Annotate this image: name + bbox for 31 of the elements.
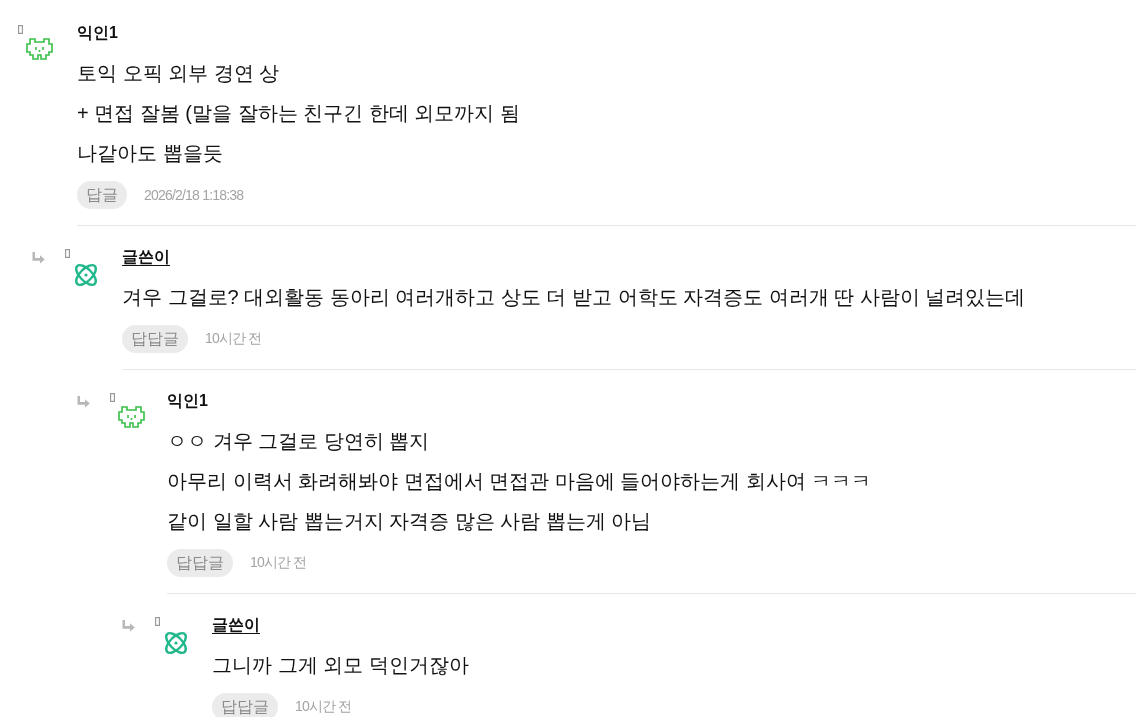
pixel-invader-icon [25, 37, 54, 61]
comment-text: 토익 오픽 외부 경연 상 [77, 61, 281, 86]
reply-button[interactable]: 답답글 [167, 549, 233, 577]
reply-button[interactable]: 답답글 [122, 325, 188, 353]
comment-time: 10시간 전 [205, 330, 262, 348]
atom-icon [162, 629, 190, 657]
author-name: 익인1 [77, 23, 118, 43]
reply-button[interactable]: 답답글 [212, 693, 278, 717]
comment-text: ㅇㅇ 겨우 그걸로 당연히 뽑지 [167, 429, 431, 454]
comment-time: 10시간 전 [295, 698, 352, 716]
reply-arrow-icon [122, 620, 135, 632]
small-rectangle-icon [18, 25, 23, 34]
small-rectangle-icon [155, 617, 160, 626]
atom-icon [72, 261, 100, 289]
comment-text: + 면접 잘봄 (말을 잘하는 친구긴 한데 외모까지 됨 [77, 101, 520, 126]
comment-text: 같이 일할 사람 뽑는거지 자격증 많은 사람 뽑는게 아님 [167, 509, 653, 534]
small-rectangle-icon [110, 393, 115, 402]
comment-time: 10시간 전 [250, 554, 307, 572]
author-name: 글쓴이 [122, 247, 170, 267]
comment-text: 아무리 이력서 화려해봐야 면접에서 면접관 마음에 들어야하는게 회사여 ㅋㅋㅋ [167, 469, 872, 494]
author-name: 익인1 [167, 391, 208, 411]
comment-time: 2026/2/18 1:18:38 [144, 187, 244, 203]
author-name: 글쓴이 [212, 615, 260, 635]
small-rectangle-icon [65, 249, 70, 258]
reply-arrow-icon [77, 396, 90, 408]
reply-arrow-icon [32, 252, 45, 264]
comment-text: 나같아도 뽑을듯 [77, 141, 224, 166]
pixel-invader-icon [117, 405, 146, 429]
comment-text: 겨우 그걸로? 대외활동 동아리 여러개하고 상도 더 받고 어학도 자격증도 여러개 딴 사람이 널려있는데 [122, 285, 1026, 310]
comment-text: 그니까 그게 외모 덕인거잖아 [212, 653, 469, 678]
reply-button[interactable]: 답글 [77, 181, 127, 209]
